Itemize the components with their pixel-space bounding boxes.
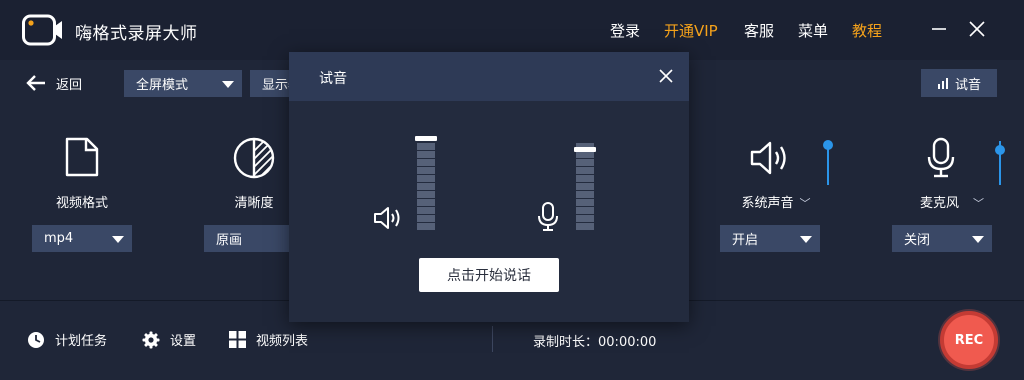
schedule-task-label: 计划任务 <box>55 334 108 349</box>
mode-select[interactable]: 全屏模式 <box>124 70 242 97</box>
arrow-left-icon <box>26 75 45 91</box>
record-duration-label: 录制时长： <box>533 335 599 350</box>
system-sound-value: 开启 <box>732 233 759 248</box>
clarity-select[interactable]: 原画 <box>204 225 294 252</box>
microphone-volume-knob[interactable] <box>995 145 1005 155</box>
meter-cell <box>576 159 594 166</box>
chevron-down-icon: ﹀ <box>799 197 811 210</box>
bottom-separator <box>492 326 493 352</box>
dialog-close-icon[interactable] <box>659 69 673 83</box>
meter-cell <box>576 183 594 190</box>
microphone-value: 关闭 <box>904 233 931 248</box>
vip-link[interactable]: 开通VIP <box>664 20 718 41</box>
tutorial-link[interactable]: 教程 <box>852 20 882 41</box>
microphone-label-row[interactable]: 麦克风 ﹀ <box>912 192 992 211</box>
system-sound-volume-slider[interactable] <box>823 140 833 185</box>
meter-cell <box>417 175 435 182</box>
test-audio-label: 试音 <box>954 77 981 93</box>
video-format-label: 视频格式 <box>55 196 108 211</box>
sound-test-dialog: 试音 点击开始说话 <box>289 52 689 322</box>
meter-cell <box>576 199 594 206</box>
dialog-microphone-icon <box>538 202 558 231</box>
system-sound-label: 系统声音 <box>741 196 794 211</box>
start-speaking-button[interactable]: 点击开始说话 <box>419 258 559 292</box>
meter-cell <box>417 159 435 166</box>
meter-cell <box>417 199 435 206</box>
meter-cell <box>417 223 435 230</box>
video-format-select[interactable]: mp4 <box>32 225 132 252</box>
record-duration-value: 00:00:00 <box>598 335 657 350</box>
camera-logo-icon <box>22 14 62 46</box>
gear-icon <box>142 331 160 348</box>
dialog-title: 试音 <box>319 71 347 87</box>
speaker-level-meter <box>417 140 435 230</box>
dropdown-arrow-icon <box>800 235 812 243</box>
grid-icon <box>229 331 246 348</box>
close-icon[interactable] <box>966 18 988 40</box>
meter-cell <box>417 151 435 158</box>
dropdown-arrow-icon <box>112 235 124 243</box>
dialog-speaker-icon <box>374 207 400 229</box>
contrast-icon <box>233 137 275 179</box>
system-sound-select[interactable]: 开启 <box>720 225 820 252</box>
start-speaking-label: 点击开始说话 <box>447 268 531 284</box>
minimize-icon[interactable] <box>928 18 950 40</box>
record-button-label: REC <box>954 332 984 348</box>
mode-select-value: 全屏模式 <box>136 78 189 93</box>
test-audio-button[interactable]: 试音 <box>921 69 997 97</box>
system-sound-volume-knob[interactable] <box>823 140 833 150</box>
dropdown-arrow-icon <box>222 80 234 88</box>
clarity-label: 清晰度 <box>234 196 274 211</box>
title-bar: 嗨格式录屏大师 登录 开通VIP 客服 菜单 教程 <box>0 0 1024 60</box>
back-button[interactable]: 返回 <box>26 72 82 94</box>
video-list-button[interactable]: 视频列表 <box>229 330 308 349</box>
menu-link[interactable]: 菜单 <box>798 20 828 41</box>
clarity-value: 原画 <box>216 233 243 248</box>
meter-cell <box>576 167 594 174</box>
meter-cell <box>417 183 435 190</box>
meter-cell <box>576 151 594 158</box>
speaker-level-knob[interactable] <box>415 136 437 141</box>
microphone-label: 麦克风 <box>919 196 959 211</box>
meter-cell <box>417 191 435 198</box>
meter-cell <box>417 207 435 214</box>
audio-bars-icon <box>937 77 948 89</box>
meter-cell <box>576 191 594 198</box>
clock-icon <box>28 331 44 348</box>
meter-cell <box>576 207 594 214</box>
microphone-level-knob[interactable] <box>574 147 596 152</box>
login-link[interactable]: 登录 <box>610 20 640 41</box>
meter-cell <box>417 143 435 150</box>
microphone-level-meter <box>576 140 594 230</box>
app-window: 嗨格式录屏大师 登录 开通VIP 客服 菜单 教程 返回 全屏模式 显示器 试音… <box>0 0 1024 380</box>
meter-cell <box>576 215 594 222</box>
video-list-label: 视频列表 <box>256 334 309 349</box>
settings-label: 设置 <box>170 334 197 349</box>
meter-cell <box>576 175 594 182</box>
meter-cell <box>417 167 435 174</box>
dropdown-arrow-icon <box>972 235 984 243</box>
chevron-down-icon: ﹀ <box>973 197 984 210</box>
support-link[interactable]: 客服 <box>744 20 774 41</box>
record-button[interactable]: REC <box>940 311 998 369</box>
system-sound-label-row[interactable]: 系统声音 ﹀ <box>736 192 816 211</box>
meter-cell <box>576 223 594 230</box>
video-format-value: mp4 <box>44 231 74 246</box>
speaker-icon <box>750 141 786 175</box>
file-icon <box>65 137 99 177</box>
microphone-volume-slider[interactable] <box>995 141 1005 185</box>
dialog-header: 试音 <box>289 52 689 101</box>
microphone-icon <box>927 137 955 178</box>
microphone-select[interactable]: 关闭 <box>892 225 992 252</box>
meter-cell <box>417 215 435 222</box>
settings-button[interactable]: 设置 <box>142 330 196 349</box>
schedule-task-button[interactable]: 计划任务 <box>27 330 107 349</box>
record-duration: 录制时长：00:00:00 <box>533 331 656 350</box>
app-title: 嗨格式录屏大师 <box>75 24 198 44</box>
back-label: 返回 <box>56 77 83 93</box>
